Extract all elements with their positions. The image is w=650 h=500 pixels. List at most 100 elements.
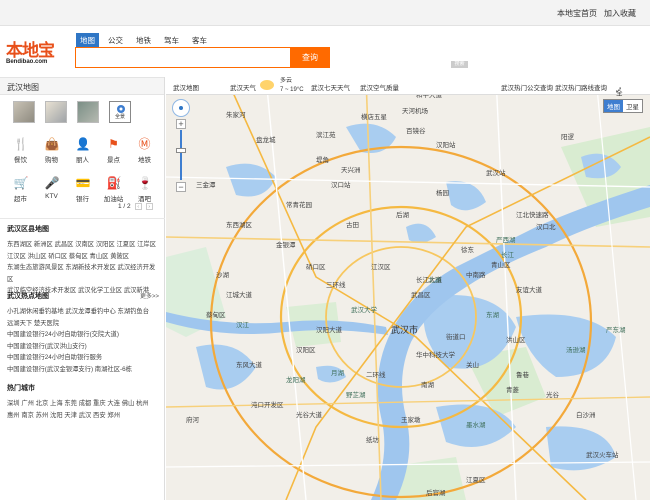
map-label[interactable]: 光谷 (546, 390, 560, 399)
bus-query-link[interactable]: 武汉热门公交查询 (501, 82, 553, 92)
hot-line[interactable]: 中国建设银行24小时自助银行(交院大道) (7, 329, 159, 341)
map-label[interactable]: 汉口站 (331, 180, 351, 189)
map-label[interactable]: 野芷湖 (346, 390, 366, 399)
map-label[interactable]: 府河 (186, 415, 200, 424)
map-type-map[interactable]: 地图 (604, 100, 623, 112)
map-label[interactable]: 鲁巷 (516, 370, 530, 379)
thumb-panorama[interactable]: 全景 (109, 101, 131, 123)
map-label[interactable]: 汉口北 (536, 223, 556, 231)
map-label[interactable]: 汉阳大道 (316, 325, 343, 334)
map-label[interactable]: 墨水湖 (466, 420, 486, 429)
map-label[interactable]: 硚口区 (306, 263, 326, 271)
thumb-1[interactable] (13, 101, 35, 123)
map-label[interactable]: 江汉区 (371, 263, 391, 271)
map-label[interactable]: 武汉市 (391, 324, 418, 335)
map-label[interactable]: 沙湖 (216, 270, 230, 279)
map-label[interactable]: 古田 (346, 220, 359, 229)
poi-supermarket[interactable]: 🛒 超市 (5, 176, 36, 203)
map-label[interactable]: 金银潭 (276, 240, 296, 249)
map-label[interactable]: 华中科技大学 (416, 350, 456, 359)
pager-prev-button[interactable]: ‹ (134, 203, 142, 210)
map-type-satellite[interactable]: 卫星 (623, 100, 642, 112)
map-label[interactable]: 盘龙城 (256, 135, 276, 144)
map-label[interactable]: 江夏区 (466, 476, 486, 484)
poi-bar[interactable]: 🍷 酒吧 (129, 176, 160, 203)
map-label[interactable]: 常青花园 (286, 200, 312, 209)
map-label[interactable]: 百镜谷 (406, 126, 426, 135)
map-label[interactable]: 汉阳站 (436, 140, 456, 149)
map-label[interactable]: 长江 (501, 250, 515, 259)
map-label[interactable]: 后湖 (396, 210, 410, 219)
map-label[interactable]: 汉阳区 (296, 345, 316, 354)
map-label[interactable]: 光谷大道 (296, 410, 323, 419)
poi-bank[interactable]: 💳 银行 (67, 176, 98, 203)
district-line[interactable]: 江汉区 洪山区 硚口区 蔡甸区 青山区 黄陂区 (7, 251, 159, 263)
poi-subway[interactable]: Ⓜ 地铁 (129, 137, 160, 164)
map-label[interactable]: 汉江 (236, 321, 250, 329)
hot-line[interactable]: 远湖天下 楚天医院 (7, 318, 159, 330)
thumb-3[interactable] (77, 101, 99, 123)
tab-bus[interactable]: 公交 (104, 33, 127, 48)
map-label[interactable]: 堤角 (316, 155, 329, 164)
tab-subway[interactable]: 地铁 (132, 33, 155, 48)
map-label[interactable]: 武汉大学 (351, 305, 378, 314)
map-label[interactable]: 徐东 (461, 245, 475, 254)
poi-dining[interactable]: 🍴 餐饮 (5, 137, 36, 164)
hot-line[interactable]: 小孔湖休闲垂钓基地 武汉龙潭垂钓中心 东湖钓鱼台 (7, 306, 159, 318)
poi-ktv[interactable]: 🎤 KTV (36, 176, 67, 203)
poi-beauty[interactable]: 👤 丽人 (67, 137, 98, 164)
map-label[interactable]: 中南路 (466, 270, 486, 279)
poi-gas[interactable]: ⛽ 加油站 (98, 176, 129, 203)
zoom-in-button[interactable]: + (176, 119, 186, 129)
cities-line[interactable]: 深圳 广州 北京 上海 东莞 成都 重庆 大连 佛山 杭州 (7, 398, 159, 410)
search-button[interactable]: 查询 (290, 47, 330, 68)
seven-day-weather-link[interactable]: 武汉七天天气 (311, 82, 350, 92)
air-quality-link[interactable]: 武汉空气质量 (360, 82, 399, 92)
map-label[interactable]: 月湖 (331, 368, 345, 377)
search-input[interactable] (75, 47, 291, 68)
map-label[interactable]: 滨江苑 (316, 130, 336, 139)
map-label[interactable]: 青山区 (491, 260, 511, 269)
map-label[interactable]: 沌口开发区 (251, 400, 284, 409)
map-label[interactable]: 江北快速路 (516, 210, 549, 219)
map-label[interactable]: 白沙洲 (576, 410, 596, 419)
tab-map[interactable]: 地图 (76, 33, 99, 48)
tab-drive[interactable]: 驾车 (160, 33, 183, 48)
home-link[interactable]: 本地宝首页 (557, 8, 597, 19)
hot-line[interactable]: 中国建设银行(武汉洪山支行) (7, 341, 159, 353)
more-link[interactable]: 更多>> (140, 291, 159, 300)
map-label[interactable]: 严东湖 (606, 325, 626, 334)
map-area[interactable]: 天河机场 滨江苑 横店五星 百镜谷 武汉站 阳逻 汉口站 江汉区 硚口区 东西湖… (166, 77, 650, 500)
hot-line[interactable]: 中国建设银行24小时自助银行服务 (7, 352, 159, 364)
map-label[interactable]: 二环线 (366, 370, 386, 379)
map-label[interactable]: 武汉火车站 (586, 450, 619, 459)
map-label[interactable]: 王家墩 (401, 415, 421, 424)
map-label[interactable]: 天兴洲 (341, 165, 361, 174)
hot-line[interactable]: 中国建设银行(武汉金银潭支行) 南湖社区-6栋 (7, 364, 159, 376)
zoom-out-button[interactable]: − (176, 182, 186, 192)
map-label[interactable]: 蔡甸区 (206, 310, 226, 319)
map-label[interactable]: 三环线 (326, 280, 346, 289)
map-label[interactable]: 天河机场 (402, 106, 429, 115)
map-label[interactable]: 关山 (466, 360, 479, 369)
map-label[interactable]: 南湖 (421, 380, 435, 389)
weather-link[interactable]: 武汉天气 (230, 82, 256, 92)
add-favorite-link[interactable]: 加入收藏 (604, 8, 636, 19)
pager-next-button[interactable]: › (145, 203, 153, 210)
map-label[interactable]: 后官湖 (426, 488, 446, 497)
zoom-slider[interactable] (176, 130, 186, 180)
map-label[interactable]: 杨园 (436, 188, 449, 197)
district-line[interactable]: 东西湖区 新洲区 武昌区 汉南区 汉阳区 江夏区 江岸区 (7, 239, 159, 251)
map-label[interactable]: 纸坊 (366, 435, 380, 444)
map-label[interactable]: 横店五星 (361, 112, 388, 121)
map-label[interactable]: 街道口 (446, 332, 466, 341)
pan-control-icon[interactable] (172, 99, 190, 117)
map-label[interactable]: 江城大道 (226, 290, 253, 299)
map-label[interactable]: 阳逻 (561, 132, 575, 141)
map-label[interactable]: 青菱 (506, 385, 520, 394)
map-label[interactable]: 东西湖区 (226, 220, 253, 229)
zoom-slider-handle[interactable] (176, 148, 186, 153)
map-label[interactable]: 龙阳湖 (286, 375, 306, 384)
map-label[interactable]: 汤逊湖 (566, 345, 586, 354)
map-label[interactable]: 三金潭 (196, 180, 216, 189)
